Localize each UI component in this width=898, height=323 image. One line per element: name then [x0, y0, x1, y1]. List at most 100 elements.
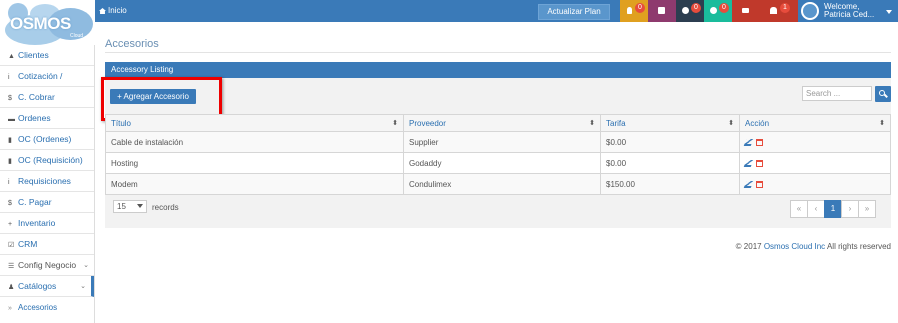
plus-icon: +	[8, 221, 13, 228]
notifications-lightbulb-button[interactable]: 0	[620, 0, 648, 22]
sidebar-item-config-negocio[interactable]: ☰ Config Negocio ⌄	[0, 255, 94, 276]
edit-icon[interactable]	[743, 138, 754, 146]
sidebar-item-label: Requisiciones	[18, 176, 71, 186]
info-button[interactable]: 0	[676, 0, 704, 22]
column-label: Título	[111, 118, 132, 128]
notification-badge: 0	[635, 3, 645, 13]
sidebar-subitem-label: Accesorios	[18, 303, 58, 312]
messages-button[interactable]: 0	[704, 0, 732, 22]
sidebar-item-ordenes[interactable]: ▬ Ordenes	[0, 108, 94, 129]
sidebar-item-oc-requisicion[interactable]: ▮ OC (Requisición)	[0, 150, 94, 171]
sidebar-item-cotizacion[interactable]: i Cotización /	[0, 66, 94, 87]
notification-badge: 0	[719, 3, 729, 13]
sidebar-item-label: Cotización /	[18, 71, 63, 81]
chevron-right-icon: »	[8, 305, 12, 312]
page-size-select[interactable]: 15	[113, 200, 147, 213]
sidebar-item-c-pagar[interactable]: $ C. Pagar	[0, 192, 94, 213]
trash-icon[interactable]	[756, 138, 763, 146]
cell-proveedor: Godaddy	[403, 152, 601, 174]
welcome-text: Welcome, Patricia Ced...	[824, 3, 874, 19]
cell-tarifa: $0.00	[600, 152, 740, 174]
page-title: Accesorios	[105, 38, 159, 50]
first-page-button[interactable]: «	[790, 200, 808, 218]
user-icon: ▲	[8, 53, 15, 60]
cell-accion	[739, 131, 891, 153]
info-icon: i	[8, 74, 10, 81]
upgrade-plan-button[interactable]: Actualizar Plan	[538, 4, 610, 20]
sidebar-item-catalogos[interactable]: ♟ Catálogos ⌄	[0, 276, 94, 297]
column-header-proveedor[interactable]: Proveedor ⬍	[403, 114, 601, 132]
sidebar-item-label: Ordenes	[18, 113, 51, 123]
alerts-button[interactable]: 1	[760, 0, 798, 22]
notification-badge: 1	[780, 3, 790, 13]
logo-subtext: Cloud	[70, 33, 84, 39]
cell-accion	[739, 173, 891, 195]
lightbulb-icon	[627, 7, 632, 14]
edit-icon[interactable]	[743, 180, 754, 188]
comment-icon	[710, 7, 717, 14]
cell-proveedor: Condulimex	[403, 173, 601, 195]
sort-icon: ⬍	[879, 120, 885, 127]
calendar-button[interactable]	[648, 0, 676, 22]
cell-proveedor: Supplier	[403, 131, 601, 153]
sidebar-item-label: OC (Requisición)	[18, 155, 83, 165]
column-label: Acción	[745, 118, 770, 128]
email-button[interactable]	[732, 0, 760, 22]
table-row: Modem Condulimex $150.00	[105, 173, 891, 195]
sidebar-item-label: Inventario	[18, 218, 56, 228]
sort-icon: ⬍	[728, 120, 734, 127]
user-menu[interactable]: Welcome, Patricia Ced...	[798, 0, 898, 22]
sort-icon: ⬍	[589, 120, 595, 127]
last-page-button[interactable]: »	[858, 200, 876, 218]
table-row: Cable de instalación Supplier $0.00	[105, 131, 891, 153]
cell-accion	[739, 152, 891, 174]
notification-badge: 0	[691, 3, 701, 13]
sidebar-item-label: OC (Ordenes)	[18, 134, 72, 144]
cell-titulo: Hosting	[105, 152, 404, 174]
column-header-tarifa[interactable]: Tarifa ⬍	[600, 114, 740, 132]
chevron-down-icon	[137, 204, 143, 208]
sidebar-item-clientes[interactable]: ▲ Clientes	[0, 45, 94, 66]
sidebar-item-label: CRM	[18, 239, 38, 249]
avatar	[801, 2, 819, 20]
sidebar-item-requisiciones[interactable]: i Requisiciones	[0, 171, 94, 192]
list-icon: ☰	[8, 263, 15, 270]
search-input[interactable]: Search ...	[802, 86, 872, 101]
sidebar: ▲ Clientes i Cotización / $ C. Cobrar ▬ Orde…	[0, 45, 95, 323]
edit-icon[interactable]	[743, 159, 754, 167]
prev-page-button[interactable]: ‹	[807, 200, 825, 218]
rights-text: All rights reserved	[826, 242, 891, 251]
next-page-button[interactable]: ›	[841, 200, 859, 218]
app-logo[interactable]: OSMOS Cloud	[0, 0, 95, 45]
search-button[interactable]	[875, 86, 891, 102]
sidebar-item-inventario[interactable]: + Inventario	[0, 213, 94, 234]
sidebar-item-oc-ordenes[interactable]: ▮ OC (Ordenes)	[0, 129, 94, 150]
sidebar-subitem-accesorios[interactable]: » Accesorios	[0, 297, 94, 318]
calendar-icon	[658, 7, 665, 14]
cell-titulo: Cable de instalación	[105, 131, 404, 153]
column-header-titulo[interactable]: Título ⬍	[105, 114, 404, 132]
cell-tarifa: $0.00	[600, 131, 740, 153]
company-link[interactable]: Osmos Cloud Inc	[764, 242, 825, 251]
column-header-accion[interactable]: Acción ⬍	[739, 114, 891, 132]
records-label: records	[152, 203, 179, 212]
home-link[interactable]: Inicio	[99, 6, 127, 15]
column-label: Tarifa	[606, 118, 626, 128]
sidebar-item-label: C. Cobrar	[18, 92, 55, 102]
trash-icon[interactable]	[756, 180, 763, 188]
page-button-1[interactable]: 1	[824, 200, 842, 218]
sidebar-item-label: Catálogos	[18, 281, 57, 291]
users-icon: ♟	[8, 284, 15, 291]
footer: © 2017 Osmos Cloud Inc All rights reserv…	[736, 242, 891, 251]
panel-header: Accessory Listing	[105, 62, 891, 78]
chevron-down-icon	[886, 10, 892, 14]
bell-icon	[770, 7, 777, 14]
sidebar-item-c-cobrar[interactable]: $ C. Cobrar	[0, 87, 94, 108]
sort-icon: ⬍	[392, 120, 398, 127]
table-row: Hosting Godaddy $0.00	[105, 152, 891, 174]
file-icon: ▮	[8, 158, 12, 165]
file-icon: ▮	[8, 137, 12, 144]
trash-icon[interactable]	[756, 159, 763, 167]
sidebar-item-label: Config Negocio	[18, 260, 77, 270]
sidebar-item-crm[interactable]: ☑ CRM	[0, 234, 94, 255]
